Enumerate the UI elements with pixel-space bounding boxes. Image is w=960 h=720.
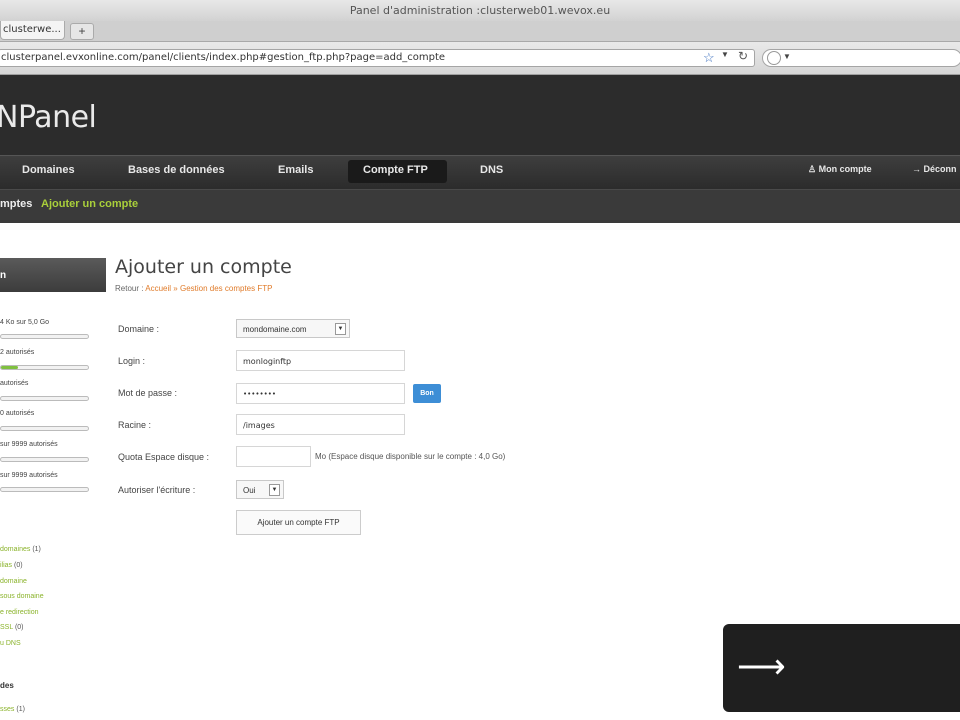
domain-select[interactable]: mondomaine.com ▼ — [236, 319, 350, 338]
login-input[interactable]: monloginftp — [236, 350, 405, 371]
usage-text-5: sur 9999 autorisés — [0, 441, 58, 448]
search-field[interactable]: ▼ — [762, 49, 960, 67]
bookmark-star-icon[interactable]: ☆ — [703, 50, 715, 66]
sidebar-link-alias[interactable]: ilias (0) — [0, 562, 23, 569]
usage-text-6: sur 9999 autorisés — [0, 472, 58, 479]
nav-bases-de-donnees[interactable]: Bases de données — [128, 164, 225, 176]
url-dropdown-icon[interactable]: ▼ — [721, 50, 729, 59]
sidebar-link-redirection[interactable]: e redirection — [0, 609, 39, 616]
quota-label: Quota Espace disque : — [118, 452, 210, 462]
sub-nav — [0, 189, 960, 223]
reload-icon[interactable]: ↻ — [738, 49, 748, 63]
url-bar[interactable]: clusterpanel.evxonline.com/panel/clients… — [0, 49, 755, 67]
password-input[interactable]: •••••••• — [236, 383, 405, 404]
subnav-ajouter-compte[interactable]: Ajouter un compte — [41, 198, 138, 210]
window-title: Panel d'administration :clusterweb01.wev… — [349, 4, 611, 17]
app-header — [0, 75, 960, 155]
nav-dns[interactable]: DNS — [480, 164, 503, 176]
nav-domaines[interactable]: Domaines — [22, 164, 75, 176]
add-ftp-account-button[interactable]: Ajouter un compte FTP — [236, 510, 361, 535]
app-logo[interactable]: NPanel — [0, 100, 97, 135]
domain-label: Domaine : — [118, 324, 160, 334]
browser-tab[interactable]: clusterwe... — [0, 21, 65, 40]
usage-bar-fill — [1, 366, 18, 369]
usage-bar-domains — [0, 365, 89, 370]
user-icon: ♙ — [808, 164, 819, 174]
subnav-comptes[interactable]: mptes — [0, 198, 32, 210]
usage-text-disk: 4 Ko sur 5,0 Go — [0, 319, 50, 326]
write-select[interactable]: Oui ▼ — [236, 480, 284, 499]
tab-bar — [0, 21, 960, 42]
write-label: Autoriser l'écriture : — [118, 485, 196, 495]
search-dropdown-icon[interactable]: ▼ — [783, 52, 791, 61]
usage-text-domains: 2 autorisés — [0, 349, 35, 356]
usage-text-4: 0 autorisés — [0, 410, 35, 417]
quota-note: Mo (Espace disque disponible sur le comp… — [315, 452, 506, 461]
new-tab-button[interactable]: + — [70, 23, 94, 40]
usage-bar-5 — [0, 457, 89, 462]
usage-bar-3 — [0, 396, 89, 401]
nav-mon-compte[interactable]: ♙ Mon compte — [808, 164, 872, 175]
nav-emails[interactable]: Emails — [278, 164, 313, 176]
password-check-button[interactable]: Bon — [413, 384, 441, 403]
select-arrow-icon: ▼ — [335, 323, 346, 335]
select-arrow-icon: ▼ — [269, 484, 280, 496]
search-engine-icon — [767, 51, 781, 65]
root-label: Racine : — [118, 420, 152, 430]
arrow-right-icon: ⟶ — [737, 648, 786, 686]
usage-bar-6 — [0, 487, 89, 492]
sidebar-link-ssl[interactable]: SSL (0) — [0, 624, 24, 631]
window-titlebar: Panel d'administration :clusterweb01.wev… — [0, 0, 960, 22]
page-title: Ajouter un compte — [115, 256, 292, 278]
breadcrumb-home[interactable]: Accueil — [145, 284, 171, 293]
sidebar-link-sous-domaine[interactable]: sous domaine — [0, 593, 44, 600]
breadcrumb: Retour : Accueil » Gestion des comptes F… — [115, 284, 273, 293]
sidebar-link-domaines[interactable]: domaines (1) — [0, 546, 41, 553]
breadcrumb-ftp-accounts[interactable]: Gestion des comptes FTP — [180, 284, 272, 293]
quota-input[interactable] — [236, 446, 311, 467]
sidebar-link-domaine[interactable]: domaine — [0, 578, 27, 585]
nav-compte-ftp[interactable]: Compte FTP — [363, 164, 428, 176]
password-label: Mot de passe : — [118, 388, 178, 398]
usage-text-3: autorisés — [0, 380, 29, 387]
sidebar-section-title: des — [0, 681, 14, 690]
sidebar-link-adresses[interactable]: sses (1) — [0, 706, 25, 713]
sidebar-header-title: n — [0, 270, 7, 281]
sidebar-header — [0, 258, 106, 292]
root-input[interactable]: /images — [236, 414, 405, 435]
usage-bar-4 — [0, 426, 89, 431]
usage-bar-disk — [0, 334, 89, 339]
nav-deconnexion[interactable]: → Déconn — [912, 164, 957, 174]
sidebar-link-dns[interactable]: u DNS — [0, 640, 21, 647]
logout-arrow-icon: → — [912, 164, 924, 174]
login-label: Login : — [118, 356, 146, 366]
